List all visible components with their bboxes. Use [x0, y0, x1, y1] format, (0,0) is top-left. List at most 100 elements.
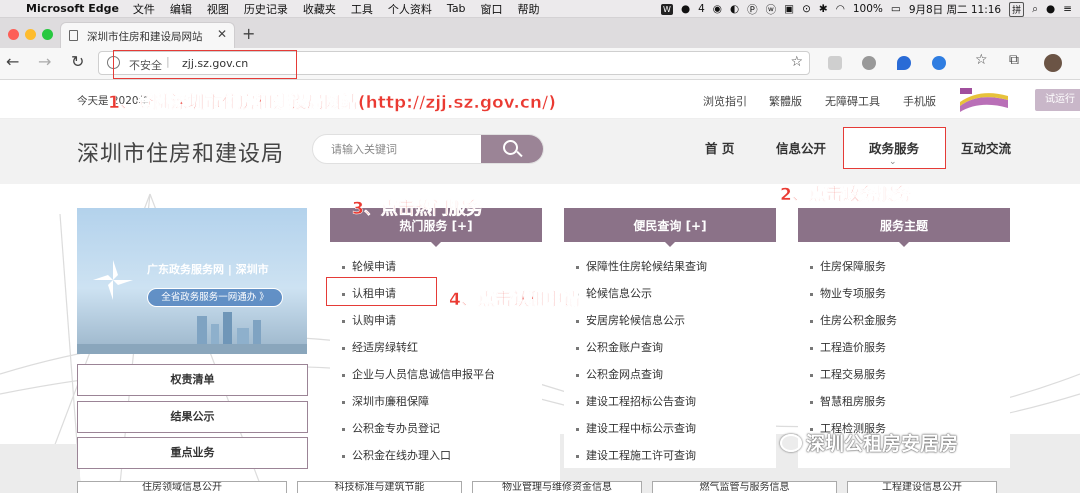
convenience-query-header[interactable]: 便民查询 [+]	[564, 208, 776, 247]
close-tab-icon[interactable]: ✕	[217, 27, 227, 41]
nav-info-disclosure[interactable]: 信息公开	[776, 138, 826, 157]
menu-file[interactable]: 文件	[133, 1, 155, 17]
extension-icon[interactable]	[862, 56, 876, 70]
service-link[interactable]: 企业与人员信息诚信申报平台	[342, 366, 495, 382]
menu-tools[interactable]: 工具	[351, 1, 373, 17]
panel-title: 服务主题	[879, 219, 928, 233]
sidebar-button-key-business[interactable]: 重点业务	[77, 437, 308, 469]
search-button[interactable]	[481, 135, 543, 163]
status-icon[interactable]: ◐	[730, 3, 739, 15]
search-icon	[503, 140, 518, 155]
menu-profile[interactable]: 个人资料	[388, 1, 432, 17]
query-link[interactable]: 轮候信息公示	[576, 285, 652, 301]
site-title[interactable]: 深圳市住房和建设局	[77, 136, 284, 168]
avatar[interactable]	[1044, 54, 1062, 72]
annotation-step-3: 3、点击热门服务	[352, 199, 483, 220]
browser-tab[interactable]: 深圳市住房和建设局网站 ✕	[60, 22, 235, 48]
convenience-query-panel: 便民查询 [+] 保障性住房轮候结果查询 轮候信息公示 安居房轮候信息公示 公积…	[564, 208, 776, 468]
status-icon[interactable]: ⓦ	[766, 2, 777, 17]
minimize-window-icon[interactable]	[25, 29, 36, 40]
bottom-link-gas-supervision[interactable]: 燃气监管与服务信息	[652, 481, 837, 493]
query-link[interactable]: 建设工程招标公告查询	[576, 393, 696, 409]
service-link[interactable]: 轮候申请	[342, 258, 396, 274]
link-browse-guide[interactable]: 浏览指引	[703, 93, 747, 109]
theme-link[interactable]: 工程交易服务	[810, 366, 886, 382]
app-name[interactable]: Microsoft Edge	[26, 2, 119, 15]
user-icon[interactable]: ●	[1046, 3, 1055, 15]
menu-edit[interactable]: 编辑	[170, 1, 192, 17]
annotation-box-gov-services	[843, 127, 946, 169]
query-link[interactable]: 公积金网点查询	[576, 366, 663, 382]
query-link[interactable]: 安居房轮候信息公示	[576, 312, 685, 328]
gov-service-title: 广东政务服务网 | 深圳市	[147, 263, 269, 276]
query-link[interactable]: 公积金账户查询	[576, 339, 663, 355]
reload-icon[interactable]: ↻	[71, 52, 84, 71]
service-link[interactable]: 公积金在线办理入口	[342, 447, 451, 463]
status-icon[interactable]: Ⓟ	[747, 2, 758, 17]
service-link[interactable]: 认购申请	[342, 312, 396, 328]
theme-link[interactable]: 智慧租房服务	[810, 393, 886, 409]
trial-run-button[interactable]: 试运行	[1035, 89, 1080, 111]
battery-icon[interactable]: ▭	[891, 3, 901, 15]
service-link[interactable]: 深圳市廉租保障	[342, 393, 429, 409]
maximize-window-icon[interactable]	[42, 29, 53, 40]
wechat-watermark-icon	[780, 434, 802, 452]
status-app-icon[interactable]: W	[660, 3, 673, 15]
bluetooth-icon[interactable]: ✱	[819, 3, 828, 15]
watermark-text: 深圳公租房安居房	[806, 433, 959, 455]
nav-home[interactable]: 首 页	[705, 138, 734, 157]
favorite-star-icon[interactable]: ☆	[790, 54, 803, 70]
service-link[interactable]: 公积金专办员登记	[342, 420, 440, 436]
wifi-icon[interactable]: ◠	[836, 3, 845, 15]
nav-interaction[interactable]: 互动交流	[961, 138, 1011, 157]
menu-view[interactable]: 视图	[207, 1, 229, 17]
status-icon[interactable]: ⊙	[802, 3, 811, 15]
theme-link[interactable]: 工程造价服务	[810, 339, 886, 355]
extension-icon[interactable]	[828, 56, 842, 70]
service-link[interactable]: 经适房绿转红	[342, 339, 418, 355]
close-window-icon[interactable]	[8, 29, 19, 40]
menu-window[interactable]: 窗口	[481, 1, 503, 17]
new-tab-button[interactable]: +	[242, 24, 255, 43]
annotation-box-url	[113, 50, 297, 79]
site-emblem-icon	[960, 88, 1008, 112]
theme-link[interactable]: 住房保障服务	[810, 258, 886, 274]
search-input[interactable]	[313, 135, 483, 163]
link-accessibility[interactable]: 无障碍工具	[825, 93, 880, 109]
menu-favorites[interactable]: 收藏夹	[303, 1, 336, 17]
query-link[interactable]: 建设工程施工许可查询	[576, 447, 696, 463]
clock[interactable]: 9月8日 周二 11:16	[909, 2, 1001, 17]
sidebar-button-responsibility-list[interactable]: 权责清单	[77, 364, 308, 396]
menu-history[interactable]: 历史记录	[244, 1, 288, 17]
favorites-icon[interactable]: ☆	[975, 52, 988, 68]
bottom-link-property-management[interactable]: 物业管理与维修资金信息	[472, 481, 642, 493]
annotation-box-rent-application	[326, 277, 437, 306]
menu-tab[interactable]: Tab	[447, 2, 466, 15]
collections-icon[interactable]: ⧉	[1009, 52, 1019, 68]
status-icon[interactable]: ▣	[784, 3, 794, 15]
link-traditional[interactable]: 繁體版	[769, 93, 802, 109]
search-icon[interactable]: ⌕	[1032, 3, 1038, 16]
sidebar-button-result-publicity[interactable]: 结果公示	[77, 401, 308, 433]
query-link[interactable]: 保障性住房轮候结果查询	[576, 258, 707, 274]
bottom-link-tech-standards[interactable]: 科技标准与建筑节能	[297, 481, 462, 493]
wechat-icon[interactable]: ●	[681, 3, 690, 15]
service-theme-header[interactable]: 服务主题	[798, 208, 1010, 247]
panel-title: 热门服务 [+]	[399, 219, 473, 233]
menu-help[interactable]: 帮助	[518, 1, 540, 17]
gov-service-pill[interactable]: 全省政务服务一网通办 》	[147, 288, 283, 307]
gd-gov-service-banner[interactable]: 广东政务服务网 | 深圳市 全省政务服务一网通办 》	[77, 208, 307, 354]
back-icon[interactable]: ←	[6, 52, 19, 71]
theme-link[interactable]: 物业专项服务	[810, 285, 886, 301]
bottom-link-construction-info[interactable]: 工程建设信息公开	[847, 481, 997, 493]
status-icon[interactable]: ◉	[713, 3, 722, 15]
input-method[interactable]: 拼	[1009, 1, 1025, 17]
city-skyline-image	[77, 312, 307, 354]
extension-icon[interactable]	[932, 56, 946, 70]
extension-icon[interactable]	[897, 56, 911, 70]
link-mobile[interactable]: 手机版	[903, 93, 936, 109]
query-link[interactable]: 建设工程中标公示查询	[576, 420, 696, 436]
theme-link[interactable]: 住房公积金服务	[810, 312, 897, 328]
menu-icon[interactable]: ≡	[1063, 3, 1072, 15]
bottom-link-housing-info[interactable]: 住房领域信息公开	[77, 481, 287, 493]
